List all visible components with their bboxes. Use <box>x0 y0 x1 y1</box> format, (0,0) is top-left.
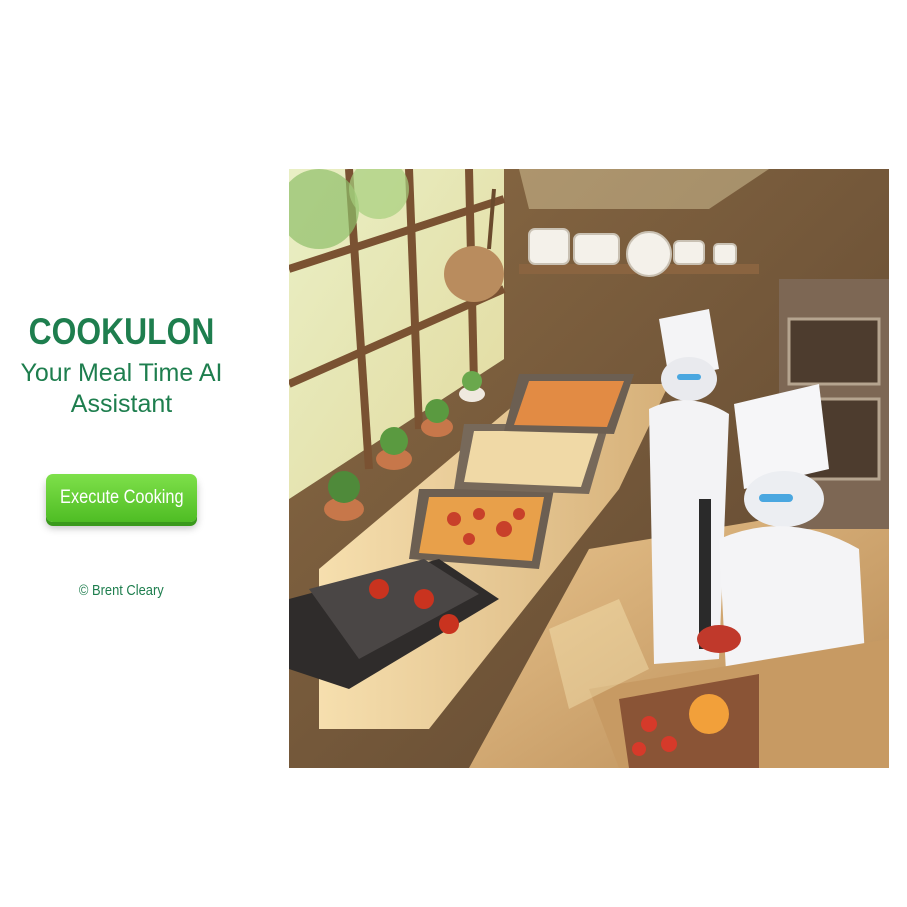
execute-cooking-label: Execute Cooking <box>59 487 184 508</box>
app-title: COOKULON <box>28 311 215 352</box>
left-panel: COOKULON Your Meal Time AI Assistant Exe… <box>0 310 243 599</box>
kitchen-illustration <box>289 169 889 768</box>
app-subtitle: Your Meal Time AI Assistant <box>20 359 223 418</box>
execute-cooking-button[interactable]: Execute Cooking <box>46 474 197 522</box>
copyright-label: © Brent Cleary <box>79 582 164 599</box>
robot-chefs-kitchen-image <box>289 169 889 768</box>
page: COOKULON Your Meal Time AI Assistant Exe… <box>0 0 907 907</box>
copyright-text: © Brent Cleary <box>0 582 243 599</box>
